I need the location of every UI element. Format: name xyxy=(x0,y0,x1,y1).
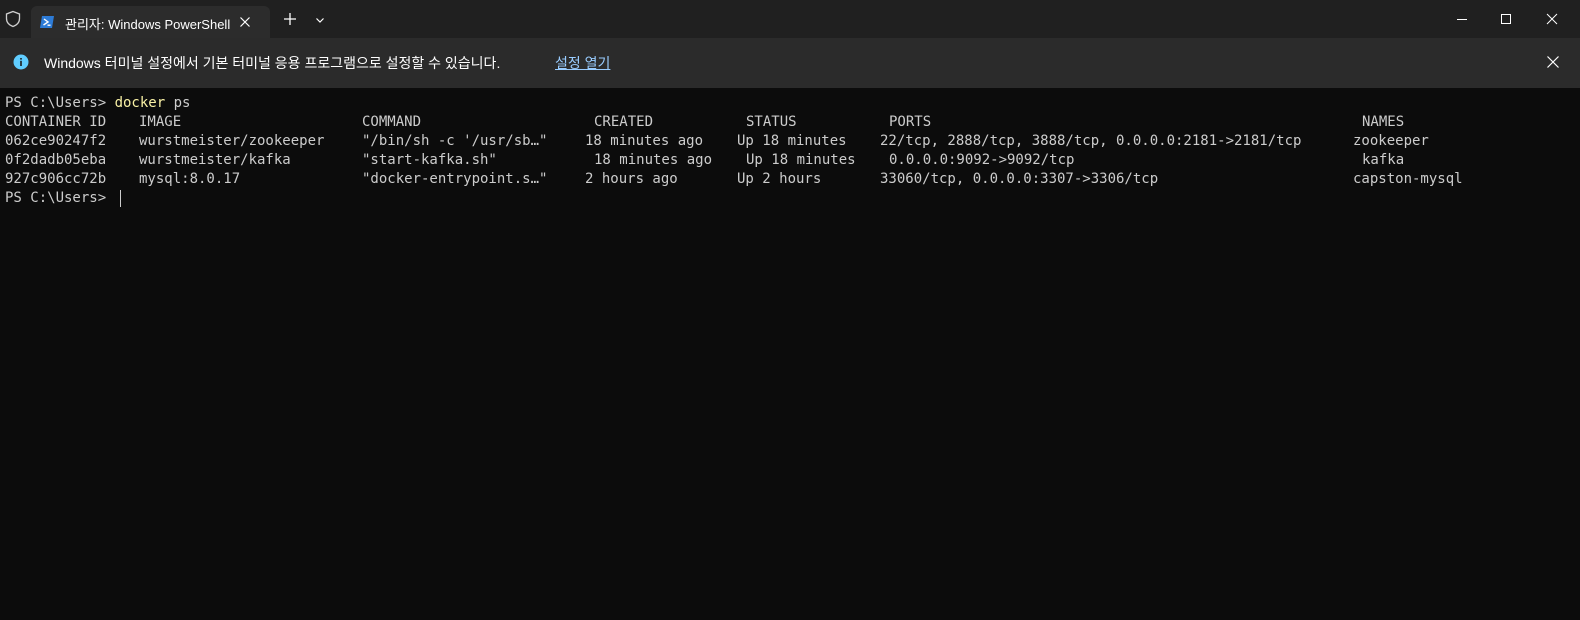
image: wurstmeister/zookeeper xyxy=(139,133,325,149)
tab-title: 관리자: Windows PowerShell xyxy=(65,17,231,32)
window-close-button[interactable] xyxy=(1530,6,1574,32)
chevron-down-icon[interactable] xyxy=(314,14,326,26)
title-bar: 관리자: Windows PowerShell xyxy=(0,0,1580,38)
column-header: IMAGE xyxy=(139,114,182,130)
minimize-icon xyxy=(1457,19,1467,20)
command-args: ps xyxy=(165,95,191,111)
table-row: 927c906cc72b mysql:8.0.17 "docker-entryp… xyxy=(5,170,1463,189)
prompt: PS C:\Users> xyxy=(5,95,115,111)
command-line: PS C:\Users> docker ps xyxy=(5,94,190,113)
status: Up 2 hours xyxy=(737,171,822,187)
created: 2 hours ago xyxy=(585,171,678,187)
open-settings-link[interactable]: 설정 열기 xyxy=(555,53,610,73)
column-header: CONTAINER ID xyxy=(5,114,107,130)
ports: 33060/tcp, 0.0.0.0:3307->3306/tcp xyxy=(880,171,1159,187)
table-row: 062ce90247f2 wurstmeister/zookeeper "/bi… xyxy=(5,132,1429,151)
info-icon xyxy=(13,54,29,70)
close-icon xyxy=(1546,13,1558,25)
terminal-output[interactable]: PS C:\Users> docker ps CONTAINER ID IMAG… xyxy=(0,88,1580,620)
container-id: 0f2dadb05eba xyxy=(5,152,107,168)
column-header: PORTS xyxy=(889,114,932,130)
names: kafka xyxy=(1362,152,1405,168)
names: capston-mysql xyxy=(1353,171,1463,187)
command: "docker-entrypoint.s…" xyxy=(362,171,548,187)
status: Up 18 minutes xyxy=(737,133,847,149)
ports: 22/tcp, 2888/tcp, 3888/tcp, 0.0.0.0:2181… xyxy=(880,133,1302,149)
info-message: Windows 터미널 설정에서 기본 터미널 응용 프로그램으로 설정할 수 … xyxy=(44,55,501,71)
final-prompt: PS C:\Users> xyxy=(5,190,115,206)
status: Up 18 minutes xyxy=(746,152,856,168)
created: 18 minutes ago xyxy=(585,133,704,149)
image: wurstmeister/kafka xyxy=(139,152,291,168)
container-id: 927c906cc72b xyxy=(5,171,107,187)
command: "/bin/sh -c '/usr/sb…" xyxy=(362,133,548,149)
table-row: 0f2dadb05eba wurstmeister/kafka "start-k… xyxy=(5,151,1404,170)
column-header: COMMAND xyxy=(362,114,422,130)
maximize-icon xyxy=(1501,14,1511,24)
shield-icon xyxy=(5,10,21,28)
image: mysql:8.0.17 xyxy=(139,171,241,187)
tab-powershell[interactable]: 관리자: Windows PowerShell xyxy=(31,6,270,38)
plus-icon[interactable] xyxy=(281,10,299,28)
tab-close-icon[interactable] xyxy=(236,13,254,31)
info-bar: Windows 터미널 설정에서 기본 터미널 응용 프로그램으로 설정할 수 … xyxy=(0,38,1580,88)
command: "start-kafka.sh" xyxy=(362,152,497,168)
ports: 0.0.0.0:9092->9092/tcp xyxy=(889,152,1075,168)
column-header: NAMES xyxy=(1362,114,1405,130)
command-name: docker xyxy=(114,95,166,111)
maximize-button[interactable] xyxy=(1484,6,1528,32)
table-header: CONTAINER ID IMAGE COMMAND CREATED STATU… xyxy=(5,113,1404,132)
column-header: STATUS xyxy=(746,114,797,130)
powershell-icon xyxy=(40,16,54,28)
container-id: 062ce90247f2 xyxy=(5,133,107,149)
minimize-button[interactable] xyxy=(1440,6,1484,32)
info-close-icon[interactable] xyxy=(1544,53,1562,71)
text-cursor xyxy=(120,190,121,207)
column-header: CREATED xyxy=(594,114,654,130)
names: zookeeper xyxy=(1353,133,1429,149)
created: 18 minutes ago xyxy=(594,152,713,168)
